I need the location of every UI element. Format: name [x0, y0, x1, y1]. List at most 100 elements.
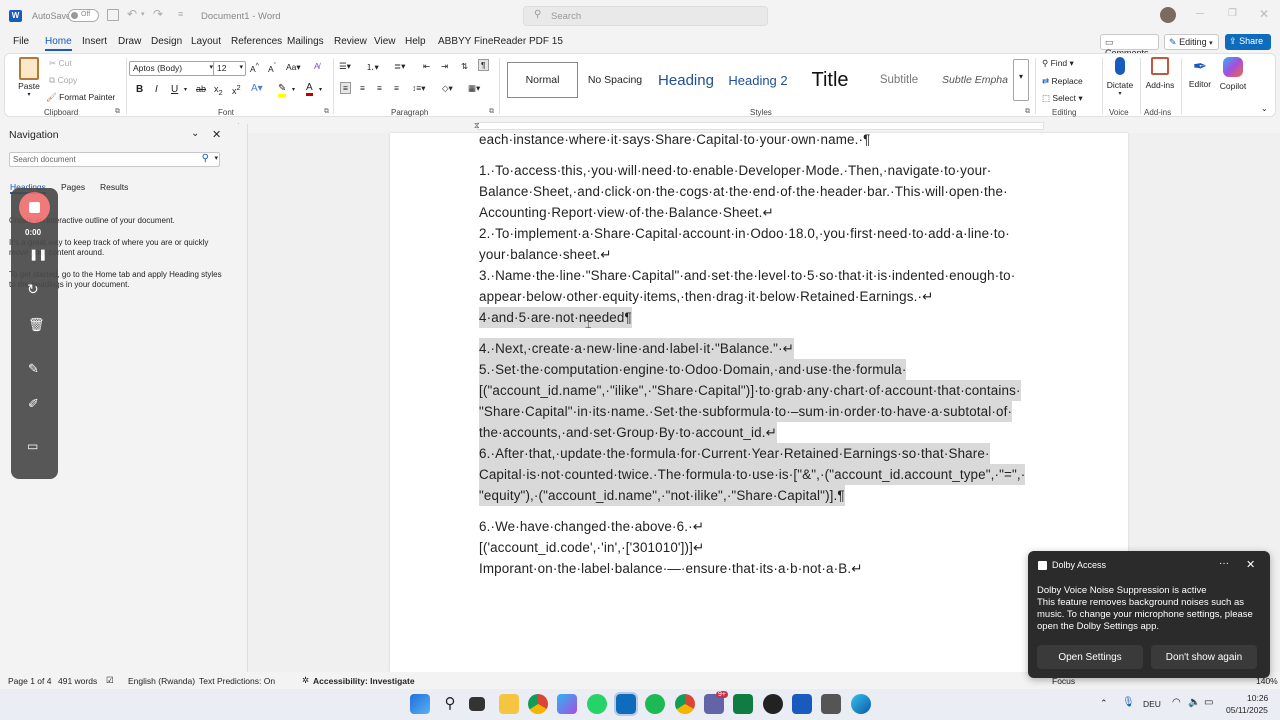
copy-button[interactable]: ⧉ Copy [49, 75, 77, 86]
minimize-icon[interactable]: ─ [1196, 8, 1204, 20]
vertical-ruler[interactable] [235, 124, 248, 672]
find-button[interactable]: ⚲ Find ▾ [1042, 58, 1074, 69]
doc-line[interactable]: 1.·To·access·this,·you·will·need·to·enab… [479, 160, 991, 181]
nav-close-icon[interactable]: ✕ [212, 128, 221, 141]
chrome-icon[interactable] [528, 694, 548, 714]
underline-chevron-icon[interactable]: ▾ [184, 86, 187, 93]
word-taskbar-icon[interactable] [792, 694, 812, 714]
borders-icon[interactable]: ▦▾ [468, 83, 480, 94]
tab-abbyy[interactable]: ABBYY FineReader PDF 15 [438, 36, 563, 47]
start-icon[interactable] [410, 694, 430, 714]
tab-insert[interactable]: Insert [82, 36, 107, 47]
input-language[interactable]: DEU [1143, 699, 1161, 709]
autosave-toggle[interactable]: Off [68, 9, 99, 22]
whatsapp-icon[interactable] [587, 694, 607, 714]
doc-line-selected[interactable]: Capital·is·not·counted·twice.·The·formul… [479, 464, 1026, 485]
doc-line[interactable]: your·balance·sheet.↵ [479, 244, 612, 265]
style-title[interactable]: Title [800, 62, 860, 98]
tab-view[interactable]: View [374, 36, 396, 47]
copilot-taskbar-icon[interactable] [557, 694, 577, 714]
file-explorer-icon[interactable] [499, 694, 519, 714]
search-document-icon[interactable]: ⚲ [202, 153, 209, 164]
clear-formatting-icon[interactable]: A̸ [314, 61, 320, 71]
numbering-icon[interactable]: ⒈▾ [366, 61, 379, 73]
font-color-icon[interactable]: A [306, 82, 313, 96]
italic-icon[interactable]: I [155, 84, 158, 95]
doc-line-selected[interactable]: [("account_id.name",·"ilike",·"Share·Cap… [479, 380, 1021, 401]
doc-line[interactable]: each·instance·where·it·says·Share·Capita… [479, 129, 870, 150]
bullets-icon[interactable]: ☰▾ [339, 61, 351, 72]
format-painter-button[interactable]: 🖌 Format Painter [46, 92, 115, 103]
doc-line-selected[interactable]: "equity"),·("account_id.name",·"not·ilik… [479, 485, 845, 506]
doc-line-selected[interactable]: 5.·Set·the·computation·engine·to·Odoo·Do… [479, 359, 907, 380]
pen-icon[interactable]: ✎ [28, 361, 39, 377]
user-avatar[interactable] [1160, 7, 1176, 23]
shrink-font-icon[interactable]: Aˇ [268, 62, 276, 74]
highlight-chevron-icon[interactable]: ▾ [292, 86, 295, 93]
pause-icon[interactable]: ❚❚ [29, 248, 47, 261]
chrome-alt-icon[interactable] [675, 694, 695, 714]
tab-help[interactable]: Help [405, 36, 426, 47]
redo-icon[interactable]: ↷ [153, 7, 163, 21]
tab-mailings[interactable]: Mailings [287, 36, 324, 47]
line-spacing-icon[interactable]: ↕≡▾ [412, 83, 425, 94]
nav-tab-pages[interactable]: Pages [61, 182, 85, 192]
delete-icon[interactable]: 🗑 [28, 317, 45, 333]
doc-line[interactable]: 2.·To·implement·a·Share·Capital·account·… [479, 223, 1010, 244]
justify-icon[interactable]: ≡ [394, 83, 399, 93]
style-heading-2[interactable]: Heading 2 [723, 62, 793, 98]
close-notification-icon[interactable]: ✕ [1246, 558, 1255, 571]
nav-tab-results[interactable]: Results [100, 182, 128, 192]
styles-launcher-icon[interactable]: ⧉ [1025, 108, 1030, 116]
tab-draw[interactable]: Draw [118, 36, 141, 47]
clock-date[interactable]: 05/11/2025 [1226, 705, 1268, 715]
align-center-icon[interactable]: ≡ [360, 83, 365, 93]
spotify-icon[interactable] [645, 694, 665, 714]
font-size-combo[interactable]: 12 ▾ [213, 61, 246, 76]
underline-icon[interactable]: U [171, 84, 178, 95]
more-options-icon[interactable]: ··· [1219, 558, 1229, 569]
accessibility-icon[interactable]: ✲ [302, 675, 309, 686]
font-name-combo[interactable]: Aptos (Body) ▾ [129, 61, 216, 76]
strikethrough-icon[interactable]: ab [196, 84, 206, 94]
text-effects-icon[interactable]: A▾ [251, 83, 263, 94]
copilot-button[interactable]: Copilot [1216, 57, 1250, 91]
restart-icon[interactable]: ↻ [27, 281, 39, 298]
paste-button[interactable]: Paste ▾ [15, 57, 43, 103]
comments-button[interactable]: ▭ Comments [1100, 34, 1159, 58]
superscript-icon[interactable]: x2 [232, 83, 241, 96]
collapse-ribbon-icon[interactable]: ⌄ [1261, 104, 1268, 113]
doc-line-selected[interactable]: 6.·After·that,·update·the·formula·for·Cu… [479, 443, 990, 464]
word-count[interactable]: 491 words [58, 676, 97, 686]
font-color-chevron-icon[interactable]: ▾ [319, 86, 322, 93]
nav-options-chevron-icon[interactable]: ⌄ [191, 128, 199, 139]
tab-home[interactable]: Home [45, 36, 72, 51]
search-taskbar-icon[interactable]: ⚲ [440, 694, 460, 714]
editor-button[interactable]: ✒ Editor [1185, 57, 1215, 89]
excel-icon[interactable] [733, 694, 753, 714]
wifi-icon[interactable]: ◠ [1172, 697, 1181, 708]
language-status[interactable]: English (Rwanda) [128, 676, 195, 686]
accessibility-status[interactable]: Accessibility: Investigate [313, 676, 415, 686]
style-normal[interactable]: Normal [507, 62, 578, 98]
paragraph-launcher-icon[interactable]: ⧉ [489, 108, 494, 116]
style-subtitle[interactable]: Subtitle [867, 62, 931, 98]
highlighter-icon[interactable]: ✐ [28, 396, 39, 412]
addins-button[interactable]: Add-ins [1144, 57, 1176, 90]
style-heading[interactable]: Heading [651, 62, 721, 98]
chatgpt-icon[interactable] [763, 694, 783, 714]
tab-review[interactable]: Review [334, 36, 367, 47]
outlook-icon[interactable] [614, 692, 638, 716]
grow-font-icon[interactable]: A^ [250, 62, 259, 74]
doc-line[interactable]: 3.·Name·the·line·"Share·Capital"·and·set… [479, 265, 1015, 286]
bold-icon[interactable]: B [136, 84, 143, 95]
dictate-button[interactable]: Dictate ▾ [1105, 57, 1135, 97]
doc-line-selected[interactable]: 4.·Next,·create·a·new·line·and·label·it·… [479, 338, 795, 359]
doc-line[interactable]: Imporant·on·the·label·balance·—·ensure·t… [479, 558, 863, 579]
editing-mode-button[interactable]: ✎ Editing ▾ [1164, 34, 1219, 50]
styles-more-button[interactable]: ▾ [1013, 59, 1029, 101]
close-window-icon[interactable]: ✕ [1259, 7, 1269, 21]
doc-line[interactable]: appear·below·other·equity·items,·then·dr… [479, 286, 933, 307]
undo-icon[interactable]: ↶ [127, 7, 137, 21]
change-case-icon[interactable]: Aa▾ [286, 62, 301, 73]
